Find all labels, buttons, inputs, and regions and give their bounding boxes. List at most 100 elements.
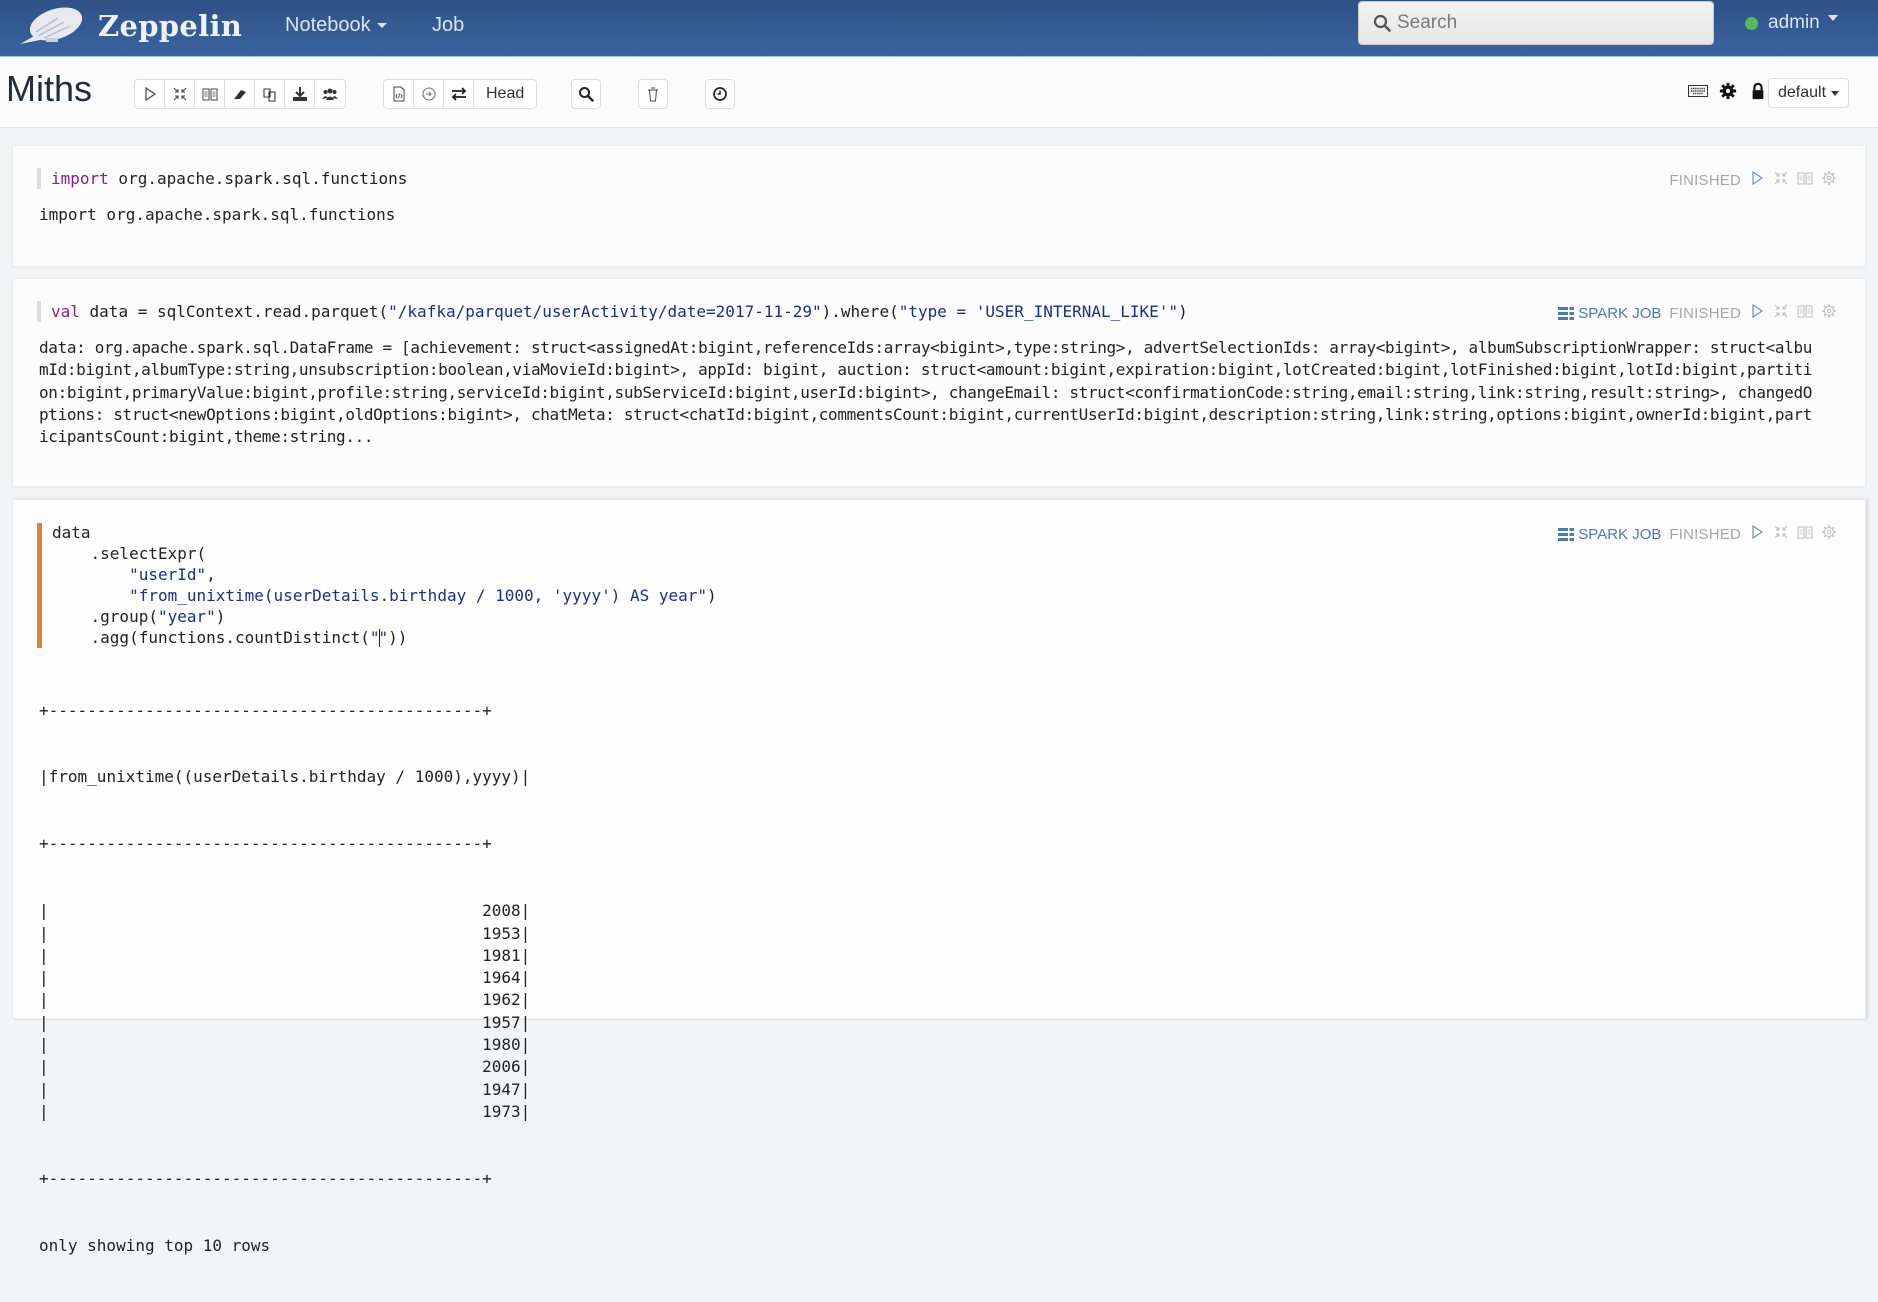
table-border: +---------------------------------------… [39, 834, 492, 854]
nav-notebook-menu[interactable]: Notebook [285, 14, 387, 37]
run-paragraph-button[interactable] [1749, 303, 1765, 323]
zeppelin-logo-icon [20, 7, 83, 44]
nav-job-link[interactable]: Job [432, 14, 464, 37]
lock-button[interactable] [1748, 82, 1768, 105]
keyboard-shortcuts-button[interactable] [1688, 82, 1708, 105]
version-control-group: Head [383, 79, 538, 109]
table-cell-padding: | [39, 945, 483, 965]
brand[interactable]: Zeppelin [18, 4, 242, 48]
toggle-editor-button[interactable] [1773, 170, 1789, 190]
code-line: .agg(functions.countDistinct("")) [52, 628, 717, 649]
run-paragraph-button[interactable] [1749, 170, 1765, 190]
code-text: , [206, 564, 216, 584]
table-row: | 1962| [39, 989, 530, 1011]
clone-button[interactable] [255, 80, 285, 108]
code-text: .agg(functions.countDistinct( [52, 627, 370, 647]
paragraph-settings-button[interactable] [1821, 170, 1837, 190]
username: admin [1768, 12, 1820, 33]
table-cell-padding: | [39, 990, 483, 1010]
spark-job-link[interactable]: SPARK JOB [1558, 526, 1661, 543]
commit-button[interactable] [414, 80, 444, 108]
code-text: .group( [52, 606, 158, 626]
clear-output-button[interactable] [225, 80, 255, 108]
paragraph-3-output-table: +---------------------------------------… [39, 655, 530, 1302]
interpreter-settings-button[interactable] [1718, 82, 1738, 105]
output-line: icipantsCount:bigint,theme:string... [39, 427, 374, 447]
search-field[interactable] [1358, 1, 1714, 45]
search-code-button[interactable] [571, 79, 601, 109]
table-cell-padding: | [39, 968, 483, 988]
play-icon [1752, 170, 1764, 186]
toggle-output-button[interactable] [1797, 170, 1813, 190]
table-cell-padding: | [39, 923, 483, 943]
toggle-output-button[interactable] [1797, 303, 1813, 323]
table-row: | 1973| [39, 1101, 530, 1123]
code-line: .group("year") [52, 607, 717, 628]
table-body: | 2008| | 1953| | 1981| | 1964| | 1962| … [39, 900, 530, 1123]
search-input[interactable] [1397, 12, 1697, 34]
table-cell: 1953 [482, 923, 521, 943]
trash-icon [648, 87, 658, 102]
user-menu[interactable]: admin [1745, 12, 1838, 34]
export-button[interactable] [285, 80, 315, 108]
interpreter-binding-select[interactable]: default [1768, 78, 1850, 108]
table-border: +---------------------------------------… [39, 700, 492, 720]
code-text: ).where( [821, 302, 899, 321]
compare-revisions-button[interactable] [444, 80, 474, 108]
paragraph-settings-button[interactable] [1821, 524, 1837, 544]
toggle-output-button[interactable] [1797, 524, 1813, 544]
table-cell-border: | [520, 990, 531, 1010]
paragraph-settings-button[interactable] [1821, 303, 1837, 323]
revision-head-button[interactable]: Head [474, 80, 536, 108]
brand-name: Zeppelin [98, 9, 243, 43]
head-label: Head [486, 85, 525, 102]
hide-output-button[interactable] [195, 80, 225, 108]
collapse-icon [1774, 525, 1788, 539]
code-string: "userId" [52, 564, 207, 584]
run-paragraph-button[interactable] [1749, 524, 1765, 544]
output-line: on:bigint,primaryValue:bigint,profile:st… [39, 382, 1813, 402]
toggle-editor-button[interactable] [1773, 524, 1789, 544]
book-icon [1797, 526, 1813, 539]
chevron-down-icon [376, 23, 387, 29]
paragraph-1: import org.apache.spark.sql.functions im… [12, 145, 1866, 267]
output-line: data: org.apache.spark.sql.DataFrame = [… [39, 338, 1813, 357]
code-line: "userId", [52, 565, 717, 586]
gear-icon [1822, 171, 1836, 185]
code-file-button[interactable] [384, 80, 414, 108]
paragraph-2-controls: SPARK JOB FINISHED [1558, 303, 1837, 323]
table-cell-padding: | [39, 1079, 483, 1099]
code-keyword: val [51, 302, 80, 321]
top-navbar: Zeppelin Notebook Job admin [0, 0, 1878, 57]
table-row: | 1953| [39, 923, 530, 945]
keyboard-icon [1688, 85, 1708, 97]
table-cell-border: | [520, 1101, 531, 1121]
toggle-editor-button[interactable] [1773, 303, 1789, 323]
code-line: .selectExpr( [52, 544, 717, 565]
paragraph-2-editor[interactable]: val data = sqlContext.read.parquet("/kaf… [37, 301, 1188, 322]
code-keyword: import [51, 169, 109, 188]
nav-notebook-label: Notebook [285, 14, 371, 36]
table-row: | 1964| [39, 967, 530, 989]
delete-notebook-button[interactable] [638, 79, 668, 109]
table-header: |from_unixtime((userDetails.birthday / 1… [39, 767, 531, 787]
paragraph-1-controls: FINISHED [1669, 170, 1837, 190]
paragraph-1-editor[interactable]: import org.apache.spark.sql.functions [37, 168, 407, 189]
spark-job-icon [1558, 306, 1575, 320]
table-cell-padding: | [39, 1035, 483, 1055]
table-cell-border: | [520, 1079, 531, 1099]
copy-icon [262, 88, 276, 102]
hide-code-button[interactable] [165, 80, 195, 108]
notebook-title[interactable]: Miths [6, 68, 92, 110]
paragraph-3-editor[interactable]: data .selectExpr( "userId", "from_unixti… [37, 523, 717, 649]
permissions-button[interactable] [315, 80, 345, 108]
paragraph-1-output: import org.apache.spark.sql.functions [39, 205, 396, 224]
schedule-button[interactable] [705, 79, 735, 109]
table-cell-border: | [520, 1012, 531, 1032]
paragraph-2-output: data: org.apache.spark.sql.DataFrame = [… [39, 337, 1812, 448]
paragraph-2: val data = sqlContext.read.parquet("/kaf… [12, 278, 1866, 487]
spark-job-link[interactable]: SPARK JOB [1558, 305, 1661, 322]
run-all-button[interactable] [135, 80, 165, 108]
swap-icon [451, 87, 466, 101]
notebook-actions-group [134, 79, 346, 109]
